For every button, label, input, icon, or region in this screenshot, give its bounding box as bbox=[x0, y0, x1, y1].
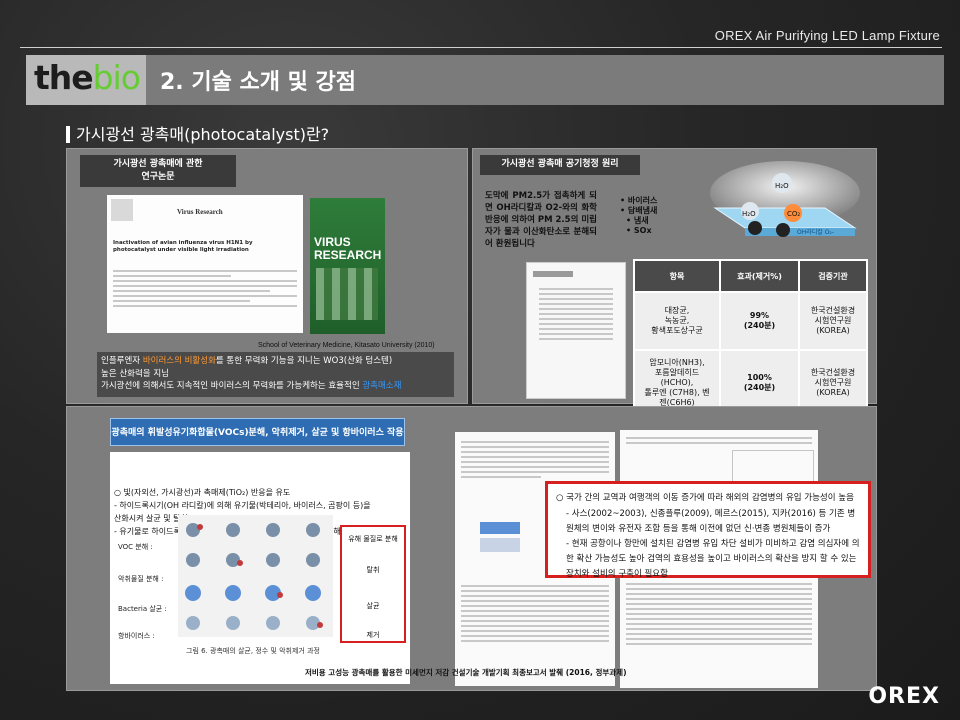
table-header: 효과(제거%) bbox=[719, 259, 800, 293]
callout-line: - 사스(2002~2003), 신종플루(2009), 메르스(2015), … bbox=[566, 509, 856, 534]
table-header: 검증기관 bbox=[798, 259, 868, 293]
process-label: 악취물질 분해 : bbox=[118, 575, 164, 583]
callout-line: ○ 국가 간의 교역과 여행객의 이동 증가에 따라 해외의 감염병의 유입 가… bbox=[556, 493, 854, 503]
journal-cover: VIRUS RESEARCH bbox=[310, 198, 385, 334]
report-chart bbox=[732, 450, 814, 482]
orex-logo: OREX bbox=[868, 684, 940, 709]
subheading: 가시광선 광촉매(photocatalyst)란? bbox=[66, 121, 329, 145]
the-bio-logo: thebio bbox=[34, 58, 141, 97]
journal-cover-title: VIRUS RESEARCH bbox=[314, 235, 382, 262]
research-paper-thumbnail: Virus Research Inactivation of avian inf… bbox=[107, 195, 303, 333]
virus-particle bbox=[748, 221, 762, 235]
table-header: 항목 bbox=[633, 259, 721, 293]
table-cell: 99% (240분) bbox=[719, 291, 800, 351]
figure-caption: 그림 6. 광촉매의 살균, 정수 및 악취제거 과정 bbox=[186, 647, 320, 655]
result-label: 유해 물질로 분해 bbox=[348, 535, 398, 543]
photocatalyst-description: 인플루엔자 바이러스의 비활성화를 통한 무력화 기능을 지니는 WO3(산화 … bbox=[97, 352, 454, 397]
molecule-label: OH라디칼 O₂- bbox=[797, 228, 834, 236]
table-header-row: 항목 효과(제거%) 검증기관 bbox=[633, 259, 868, 293]
target-item: • 담배냄새 bbox=[620, 206, 658, 215]
subheading-bar bbox=[66, 126, 70, 143]
paper-title: Inactivation of avian influenza virus H1… bbox=[113, 240, 253, 253]
action-panel-label: 광촉매의 휘발성유기화합물(VOCs)분해, 악취제거, 살균 및 항바이러스 … bbox=[110, 418, 405, 446]
table-row: 대장균, 녹농균, 황색포도상구균 99% (240분) 한국건설환경 시험연구… bbox=[633, 291, 868, 351]
target-list: • 바이러스 • 담배냄새 • 냄새 • SOx bbox=[620, 196, 657, 236]
journal-cover-image bbox=[316, 268, 378, 320]
elsevier-logo-icon bbox=[111, 199, 133, 221]
process-label: Bacteria 살균 : bbox=[118, 605, 167, 613]
text-line: - 하이드록시기(OH 라디칼)에 의해 유기물(박테리아, 바이러스, 곰팡이… bbox=[114, 501, 371, 510]
report-diagram-box bbox=[480, 522, 520, 534]
paper-journal: Virus Research bbox=[177, 208, 223, 216]
source-caption: 저비용 고성능 광촉매를 활용한 미세먼지 저감 건설기술 개발기획 최종보고서… bbox=[305, 668, 627, 677]
research-panel-label: 가시광선 광촉매에 관한 연구논문 bbox=[80, 155, 236, 187]
table-cell: 대장균, 녹농균, 황색포도상구균 bbox=[633, 291, 721, 351]
molecule-process-figure bbox=[178, 515, 333, 637]
process-label: 항바이러스 : bbox=[118, 632, 155, 640]
virus-particle bbox=[776, 223, 790, 237]
result-label: 제거 bbox=[366, 631, 380, 639]
test-certificate-thumbnail bbox=[526, 262, 626, 399]
mechanism-text: 도막에 PM2.5가 접촉하게 되면 OH라디칼과 O2-와의 화학반응에 의하… bbox=[485, 191, 597, 249]
report-diagram-box bbox=[480, 538, 520, 552]
molecule-label: H₂O bbox=[775, 182, 789, 190]
result-label: 살균 bbox=[366, 602, 380, 610]
header-rule bbox=[20, 47, 942, 48]
paper-source-caption: School of Veterinary Medicine, Kitasato … bbox=[258, 342, 435, 349]
efficacy-table: 항목 효과(제거%) 검증기관 대장균, 녹농균, 황색포도상구균 99% (2… bbox=[633, 259, 868, 417]
paper-body-lines bbox=[107, 267, 303, 310]
document-title: OREX Air Purifying LED Lamp Fixture bbox=[714, 28, 940, 43]
molecule-label: H₂O bbox=[742, 210, 756, 218]
table-cell: 한국건설환경 시험연구원 (KOREA) bbox=[798, 291, 868, 351]
photocatalyst-diagram: H₂O H₂O CO₂ OH라디칼 O₂- bbox=[710, 161, 860, 237]
infection-risk-callout: ○ 국가 간의 교역과 여행객의 이동 증가에 따라 해외의 감염병의 유입 가… bbox=[545, 481, 871, 579]
process-label: VOC 분해 : bbox=[118, 543, 153, 551]
callout-line: - 현재 공항이나 항만에 설치된 감염병 유입 차단 설비가 미비하고 감염 … bbox=[566, 539, 860, 579]
target-item: • 냄새 bbox=[626, 216, 649, 225]
principle-panel-label: 가시광선 광촉매 공기청정 원리 bbox=[480, 155, 640, 175]
section-title: 2. 기술 소개 및 강점 bbox=[160, 70, 356, 95]
result-label: 탈취 bbox=[366, 566, 380, 574]
target-item: • 바이러스 bbox=[620, 196, 658, 205]
molecule-label: CO₂ bbox=[787, 210, 800, 218]
target-item: • SOx bbox=[626, 226, 652, 235]
text-line: ○ 빛(자외선, 가시광선)과 촉매제(TiO₂) 반응을 유도 bbox=[114, 488, 291, 497]
